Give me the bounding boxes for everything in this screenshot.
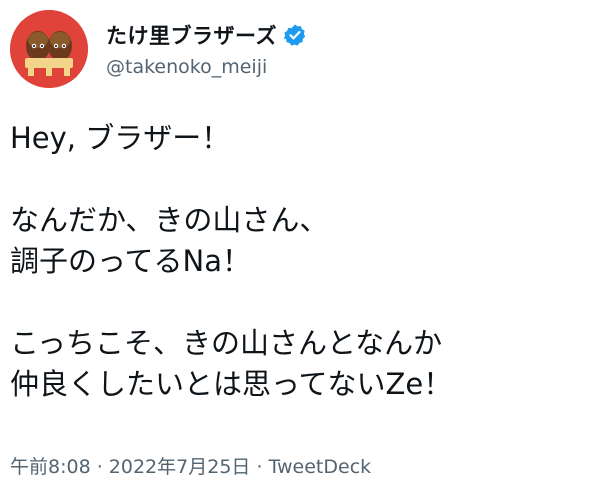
verified-badge-icon	[283, 23, 307, 47]
tweet-body: Hey, ブラザー！ なんだか、きの山さん、 調子のってるNa！ こっちこそ、き…	[10, 118, 595, 405]
account-names: たけ里ブラザーズ @takenoko_meiji	[106, 20, 307, 78]
display-name[interactable]: たけ里ブラザーズ	[106, 20, 277, 50]
account-handle[interactable]: @takenoko_meiji	[106, 56, 307, 78]
tweet-meta: 午前8:08 · 2022年7月25日 · TweetDeck	[10, 452, 371, 479]
tweet-line: 仲良くしたいとは思ってないZe！	[10, 367, 453, 401]
tweet-header: たけ里ブラザーズ @takenoko_meiji	[10, 10, 307, 88]
meta-separator: ·	[250, 456, 269, 478]
meta-separator: ·	[90, 456, 109, 478]
tweet-source-link[interactable]: TweetDeck	[269, 456, 372, 478]
tweet-time[interactable]: 午前8:08	[10, 456, 91, 478]
tweet-line: こっちこそ、きの山さんとなんか	[10, 326, 443, 360]
tweet-line: 調子のってるNa！	[10, 244, 252, 278]
tweet-date[interactable]: 2022年7月25日	[109, 456, 251, 478]
tweet-line: Hey, ブラザー！	[10, 121, 231, 155]
avatar-illustration-icon	[10, 10, 88, 88]
avatar[interactable]	[10, 10, 88, 88]
tweet-line: なんだか、きの山さん、	[10, 203, 329, 237]
tweet-card: たけ里ブラザーズ @takenoko_meiji Hey, ブラザー！ なんだか…	[0, 0, 600, 504]
display-name-row: たけ里ブラザーズ	[106, 20, 307, 50]
